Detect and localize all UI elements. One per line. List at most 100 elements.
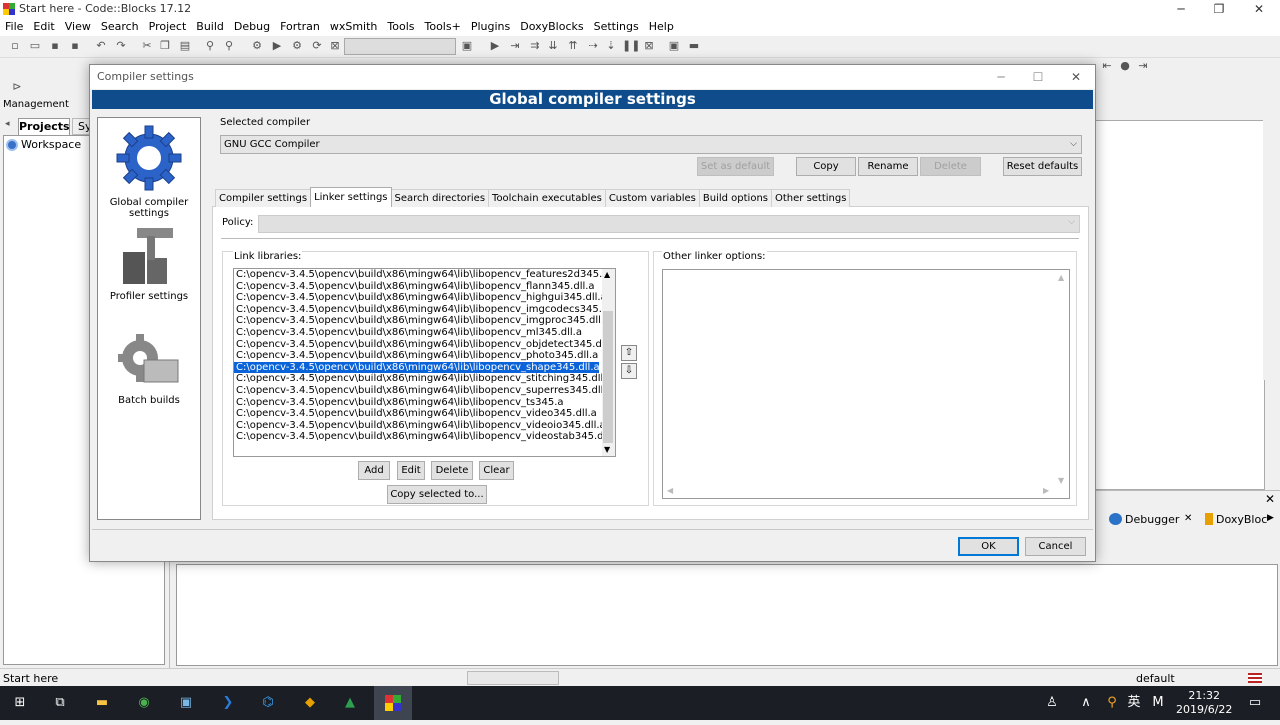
jump-forward-icon[interactable]: ⇥ [1136, 59, 1150, 73]
next-instruction-icon[interactable]: ⇢ [586, 39, 600, 53]
debug-run-icon[interactable]: ▶ [488, 39, 502, 53]
category-global-compiler[interactable]: Global compiler settings [98, 120, 200, 219]
menu-edit[interactable]: Edit [28, 18, 59, 36]
move-up-button[interactable]: ⇧ [621, 345, 637, 361]
dialog-close-icon[interactable]: ✕ [1061, 68, 1091, 86]
menu-doxyblocks[interactable]: DoxyBlocks [515, 18, 588, 36]
git-icon[interactable]: ◆ [298, 692, 322, 714]
chrome-icon[interactable]: ◉ [132, 692, 156, 714]
paste-icon[interactable]: ▤ [178, 39, 192, 53]
people-icon[interactable]: ♙ [1040, 692, 1064, 714]
tab-projects[interactable]: Projects [18, 118, 70, 135]
tray-search-icon[interactable]: ⚲ [1100, 692, 1124, 714]
clock[interactable]: 21:32 2019/6/22 [1176, 689, 1232, 717]
scroll-right-icon[interactable]: ▶ [1043, 486, 1049, 495]
scrollbar-thumb[interactable] [603, 311, 613, 443]
stop-debug-icon[interactable]: ⊠ [642, 39, 656, 53]
copy-selected-to-button[interactable]: Copy selected to... [387, 485, 487, 504]
ok-button[interactable]: OK [958, 537, 1019, 556]
menu-search[interactable]: Search [96, 18, 144, 36]
clear-libraries-button[interactable]: Clear [479, 461, 514, 480]
list-item[interactable]: C:\opencv-3.4.5\opencv\build\x86\mingw64… [234, 339, 615, 351]
dialog-maximize-icon[interactable]: ☐ [1023, 68, 1053, 86]
delete-library-button[interactable]: Delete [431, 461, 473, 480]
copy-icon[interactable]: ❐ [158, 39, 172, 53]
tab-compiler-settings[interactable]: Compiler settings [215, 189, 312, 207]
compiler-select[interactable]: GNU GCC Compiler ⌵ [220, 135, 1082, 154]
tab-debugger[interactable]: Debugger [1125, 513, 1179, 526]
build-run-icon[interactable]: ⚙ [290, 39, 304, 53]
menu-help[interactable]: Help [644, 18, 679, 36]
task-view-icon[interactable]: ⧉ [48, 692, 72, 714]
menu-tools-plus[interactable]: Tools+ [420, 18, 466, 36]
list-item[interactable]: C:\opencv-3.4.5\opencv\build\x86\mingw64… [234, 420, 615, 432]
build-target-combo[interactable] [344, 38, 456, 55]
list-item[interactable]: C:\opencv-3.4.5\opencv\build\x86\mingw64… [234, 281, 615, 293]
move-down-button[interactable]: ⇩ [621, 363, 637, 379]
list-item[interactable]: C:\opencv-3.4.5\opencv\build\x86\mingw64… [234, 385, 615, 397]
tab-build-options[interactable]: Build options [698, 189, 772, 207]
copy-compiler-button[interactable]: Copy [796, 157, 856, 176]
abort-icon[interactable]: ⊠ [328, 39, 342, 53]
cancel-button[interactable]: Cancel [1025, 537, 1086, 556]
menu-settings[interactable]: Settings [589, 18, 644, 36]
link-libraries-list[interactable]: C:\opencv-3.4.5\opencv\build\x86\mingw64… [233, 268, 616, 457]
save-icon[interactable]: ▪ [48, 39, 62, 53]
menu-wxsmith[interactable]: wxSmith [325, 18, 383, 36]
dialog-minimize-icon[interactable]: ─ [986, 68, 1016, 86]
menu-tools[interactable]: Tools [382, 18, 419, 36]
step-instruction-icon[interactable]: ⇣ [604, 39, 618, 53]
step-into-icon[interactable]: ⇊ [546, 39, 560, 53]
menu-view[interactable]: View [60, 18, 96, 36]
various-info-icon[interactable]: ▬ [687, 39, 701, 53]
list-item[interactable]: C:\opencv-3.4.5\opencv\build\x86\mingw64… [234, 304, 615, 316]
tab-search-directories[interactable]: Search directories [390, 189, 490, 207]
list-item[interactable]: C:\opencv-3.4.5\opencv\build\x86\mingw64… [234, 431, 615, 443]
workspace-node[interactable]: Workspace [6, 138, 81, 151]
pause-icon[interactable]: ❚❚ [622, 39, 640, 53]
editor-canvas[interactable] [1095, 120, 1265, 490]
other-linker-options-textarea[interactable]: ▲ ▼ ◀ ▶ [662, 269, 1070, 499]
list-item[interactable]: C:\opencv-3.4.5\opencv\build\x86\mingw64… [234, 408, 615, 420]
libraries-scrollbar[interactable]: ▲ ▼ [602, 269, 615, 456]
editor-scrollbar[interactable] [1263, 120, 1277, 380]
list-item[interactable]: C:\opencv-3.4.5\opencv\build\x86\mingw64… [234, 350, 615, 362]
policy-select[interactable]: ⌵ [258, 215, 1080, 233]
explorer-icon[interactable]: ▬ [90, 692, 114, 714]
open-icon[interactable]: ▭ [28, 39, 42, 53]
powershell-icon[interactable]: ❯ [216, 692, 240, 714]
replace-icon[interactable]: ⚲ [222, 39, 236, 53]
tab-linker-settings[interactable]: Linker settings [310, 187, 392, 207]
category-profiler[interactable]: Profiler settings [98, 222, 200, 308]
category-batch-builds[interactable]: Batch builds [98, 332, 200, 412]
list-item[interactable]: C:\opencv-3.4.5\opencv\build\x86\mingw64… [234, 327, 615, 339]
list-item-selected[interactable]: C:\opencv-3.4.5\opencv\build\x86\mingw64… [234, 360, 600, 375]
tab-other-settings[interactable]: Other settings [771, 189, 851, 207]
maximize-button[interactable]: ❐ [1202, 0, 1236, 18]
build-icon[interactable]: ⚙ [250, 39, 264, 53]
find-icon[interactable]: ⚲ [203, 39, 217, 53]
edit-library-button[interactable]: Edit [397, 461, 425, 480]
target-dialog-icon[interactable]: ▣ [460, 39, 474, 53]
menu-debug[interactable]: Debug [229, 18, 275, 36]
save-all-icon[interactable]: ▪ [68, 39, 82, 53]
menu-fortran[interactable]: Fortran [275, 18, 325, 36]
debugger-tab-close-icon[interactable]: ✕ [1184, 513, 1192, 524]
undo-icon[interactable]: ↶ [94, 39, 108, 53]
ime-mode-icon[interactable]: M [1146, 692, 1170, 714]
debug-windows-icon[interactable]: ▣ [667, 39, 681, 53]
menu-plugins[interactable]: Plugins [466, 18, 515, 36]
codeblocks-task-icon[interactable] [374, 686, 412, 720]
menu-file[interactable]: File [0, 18, 28, 36]
ime-indicator[interactable]: 英 [1122, 692, 1146, 714]
new-file-icon[interactable]: ▫ [8, 39, 22, 53]
scroll-up-icon[interactable]: ▲ [604, 270, 610, 279]
list-item[interactable]: C:\opencv-3.4.5\opencv\build\x86\mingw64… [234, 397, 615, 409]
list-item[interactable]: C:\opencv-3.4.5\opencv\build\x86\mingw64… [234, 373, 615, 385]
tray-arrow-icon[interactable]: ∧ [1074, 692, 1098, 714]
scroll-down-icon[interactable]: ▼ [604, 445, 610, 454]
logs-close-icon[interactable]: ✕ [1265, 492, 1275, 506]
next-line-icon[interactable]: ⇉ [528, 39, 542, 53]
step-out-icon[interactable]: ⇈ [566, 39, 580, 53]
run-icon[interactable]: ▶ [270, 39, 284, 53]
